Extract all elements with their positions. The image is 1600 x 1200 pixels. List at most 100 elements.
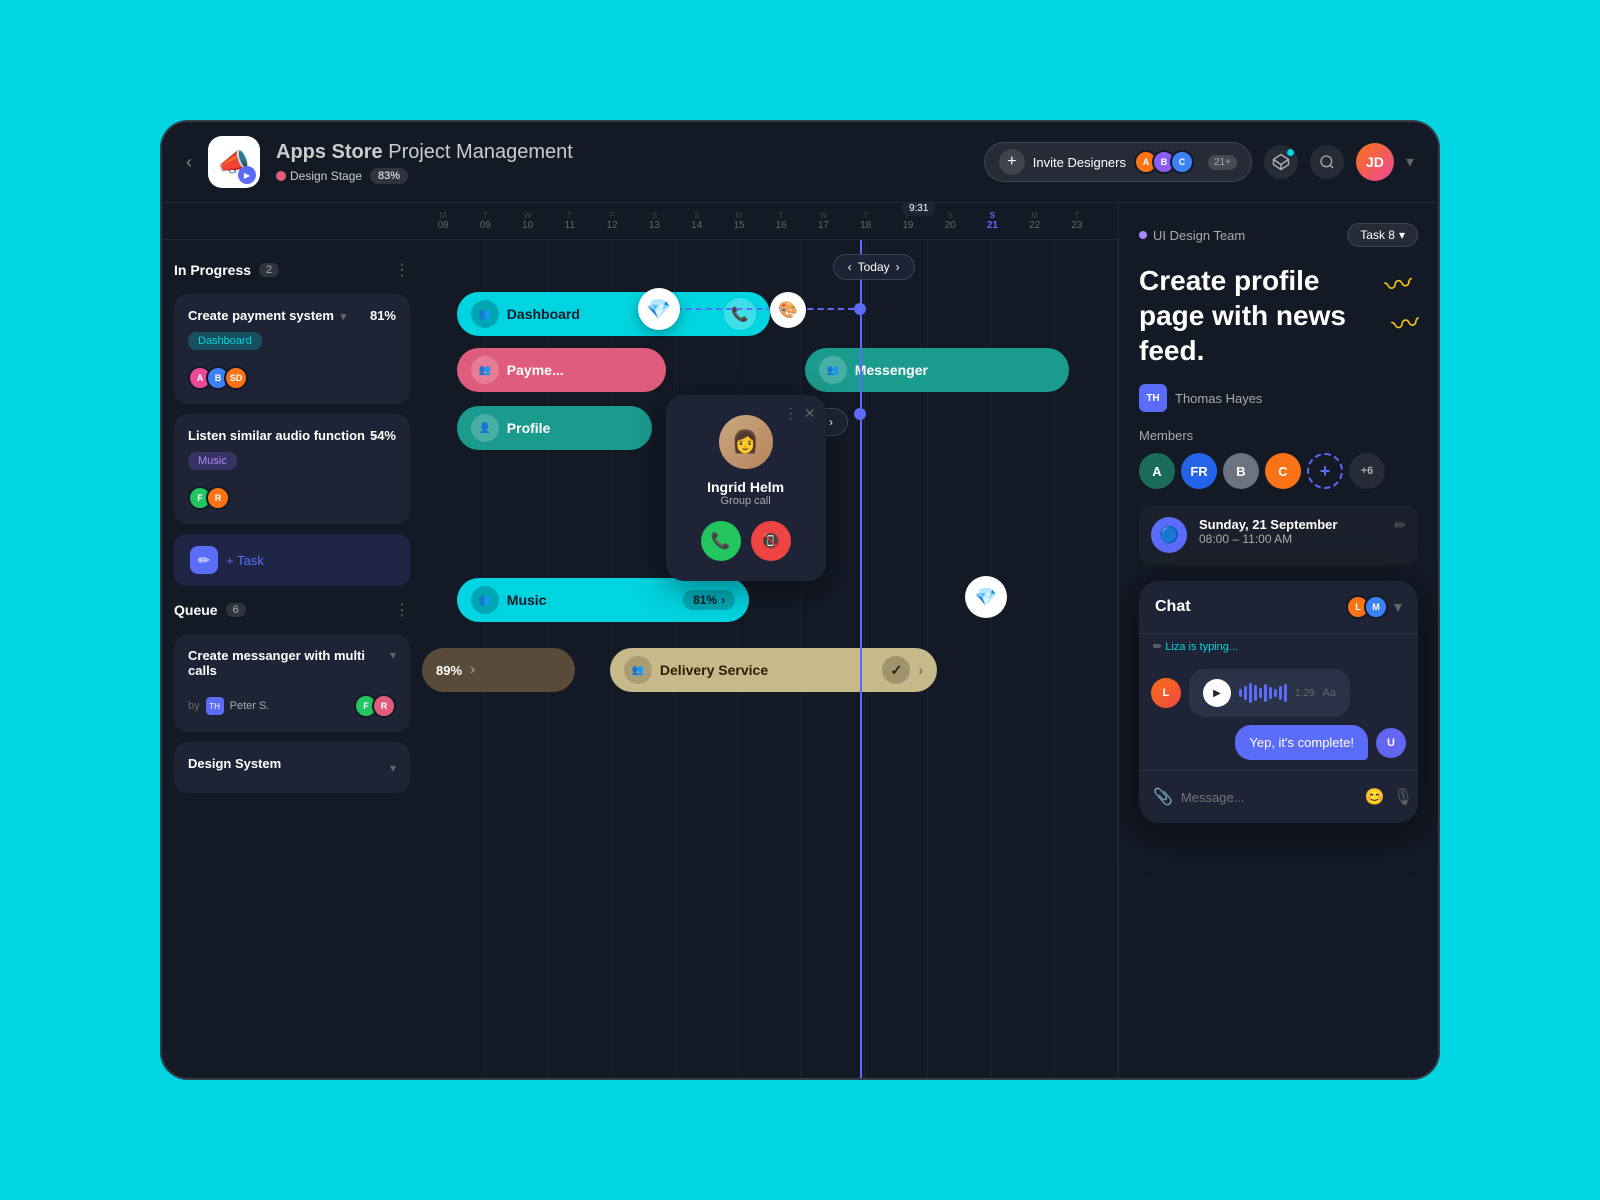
stage-dot [276, 171, 286, 181]
bar-payment[interactable]: 👥 Payme... [457, 348, 666, 392]
task-card[interactable]: Design System ▾ [174, 742, 410, 793]
date-cell: S20 [929, 211, 971, 231]
gantt-rows: ‹ Today › 💎 👥 [422, 240, 1118, 1078]
check-icon: ✓ [882, 656, 910, 684]
members-row: A FR B C + +6 [1139, 453, 1418, 489]
today-button[interactable]: ‹ Today › [833, 254, 915, 280]
gantt-row-delivery: 89% › 👥 Delivery Service ✓ › [422, 640, 1118, 700]
music-percent: 81%› [683, 590, 735, 610]
bar-label: Profile [507, 420, 551, 436]
audio-message: L ▶ [1151, 669, 1406, 717]
bar-messenger[interactable]: 👥 Messenger [805, 348, 1069, 392]
call-buttons: 📞 📵 [686, 521, 806, 561]
popup-menu[interactable]: ⋮ [784, 405, 798, 422]
bar-label: Delivery Service [660, 662, 768, 678]
gantt-rows-inner: ‹ Today › 💎 👥 [422, 240, 1118, 1078]
member-avatar: B [1223, 453, 1259, 489]
time-display: 9:31 [902, 203, 935, 216]
header-title-block: Apps Store Project Management Design Sta… [276, 141, 968, 184]
percent-badge: 83% [370, 168, 408, 184]
user-avatar[interactable]: JD [1356, 143, 1394, 181]
play-button[interactable]: ▶ [1203, 679, 1231, 707]
task-percent: 54% [370, 428, 396, 443]
figma-icon: 🎨 [770, 292, 806, 328]
call-name: Ingrid Helm [686, 479, 806, 495]
gantt-area: 9:31 M08 T09 W10 T11 F12 S13 S14 M15 T16… [162, 203, 1118, 1078]
author-row: TH Thomas Hayes [1139, 384, 1418, 412]
audio-time: 1:29 [1295, 688, 1314, 699]
in-progress-title: In Progress [174, 262, 251, 278]
section-menu-dots[interactable]: ⋮ [394, 260, 410, 280]
add-task-button[interactable]: ✏ + Task [174, 534, 410, 586]
expand-icon: ▾ [390, 761, 396, 775]
close-icon[interactable]: ✕ [804, 405, 816, 422]
in-progress-count: 2 [259, 263, 279, 277]
edit-icon[interactable]: ✏ [1394, 517, 1406, 534]
bar-dashboard[interactable]: 👥 Dashboard 📞 [457, 292, 770, 336]
attachment-icon[interactable]: 📎 [1153, 787, 1173, 807]
avatar: C [1170, 150, 1194, 174]
task-card[interactable]: Create payment system ▾ 81% Dashboard A … [174, 294, 410, 404]
chat-header: Chat L M ▾ [1139, 581, 1418, 634]
accept-call-button[interactable]: 📞 [701, 521, 741, 561]
panel-title: Create profile page with news feed. [1139, 263, 1388, 368]
date-cell-active: S21 [971, 211, 1013, 231]
add-member-button[interactable]: + [1307, 453, 1343, 489]
sketch-icon: 💎 [638, 288, 680, 330]
call-popup: ⋮ ✕ 👩 Ingrid Helm Group call 📞 📵 [666, 395, 826, 581]
bar-label: Music [507, 592, 547, 608]
task-percent: 81% [370, 308, 396, 323]
page-title: Apps Store Project Management [276, 141, 968, 164]
search-icon-btn[interactable] [1310, 145, 1344, 179]
waveform [1239, 683, 1287, 703]
user-chevron[interactable]: ▾ [1406, 152, 1414, 172]
bar-avatar: 👥 [471, 586, 499, 614]
cube-icon-btn[interactable] [1264, 145, 1298, 179]
schedule-info: Sunday, 21 September 08:00 – 11:00 AM [1199, 517, 1337, 546]
gantt-row-dashboard: 👥 Dashboard 📞 🎨 [422, 284, 1118, 344]
bar-label: Messenger [855, 362, 928, 378]
bar-89[interactable]: 89% › [422, 648, 575, 692]
task-title: Listen similar audio function ▾ [188, 428, 377, 443]
date-cell: S13 [633, 211, 675, 231]
header-actions: + Invite Designers A B C 21+ JD ▾ [984, 142, 1414, 182]
invite-button[interactable]: + Invite Designers A B C 21+ [984, 142, 1252, 182]
bar-music[interactable]: 👥 Music 81%› [457, 578, 749, 622]
gantt-sidebar: In Progress 2 ⋮ Create payment system ▾ … [162, 240, 422, 1078]
section-menu-dots[interactable]: ⋮ [394, 600, 410, 620]
author-name: Thomas Hayes [1175, 391, 1262, 406]
member-avatar: C [1265, 453, 1301, 489]
main-content: 9:31 M08 T09 W10 T11 F12 S13 S14 M15 T16… [162, 203, 1438, 1078]
author-name: Peter S. [230, 700, 270, 712]
invite-label: Invite Designers [1033, 155, 1126, 170]
bar-profile[interactable]: 👤 Profile [457, 406, 652, 450]
message-input[interactable] [1181, 790, 1357, 805]
app-frame: ‹ 📣 ▶ Apps Store Project Management Desi… [160, 120, 1440, 1080]
bar-avatar: 👥 [624, 656, 652, 684]
avatar: R [372, 694, 396, 718]
task-tag: Music [188, 452, 237, 470]
plus-icon: + [999, 149, 1025, 175]
date-cell: T11 [549, 211, 591, 231]
schedule-row: 🔵 Sunday, 21 September 08:00 – 11:00 AM … [1139, 505, 1418, 565]
chat-chevron[interactable]: ▾ [1394, 597, 1402, 617]
team-dot [1139, 231, 1147, 239]
bar-delivery[interactable]: 👥 Delivery Service ✓ › [610, 648, 937, 692]
task-avatars: A B SD [188, 366, 248, 390]
emoji-icon[interactable]: 😊 [1365, 787, 1385, 807]
task-badge[interactable]: Task 8 ▾ [1347, 223, 1418, 247]
task-card[interactable]: Listen similar audio function ▾ 54% Musi… [174, 414, 410, 524]
author-avatar: TH [206, 697, 224, 715]
back-button[interactable]: ‹ [186, 152, 192, 173]
mic-icon[interactable]: 🎙 [1393, 787, 1413, 807]
sketch-icon-float: 💎 [965, 576, 1007, 618]
decline-call-button[interactable]: 📵 [751, 521, 791, 561]
pencil-icon: ✏ [190, 546, 218, 574]
schedule-icon: 🔵 [1151, 517, 1187, 553]
task-card[interactable]: Create messanger with multi calls ▾ by T… [174, 634, 410, 732]
invite-count: 21+ [1208, 155, 1237, 170]
today-line [860, 240, 862, 1078]
bar-avatar: 👥 [819, 356, 847, 384]
team-label: UI Design Team [1139, 228, 1245, 243]
task-avatars: F R [188, 486, 230, 510]
